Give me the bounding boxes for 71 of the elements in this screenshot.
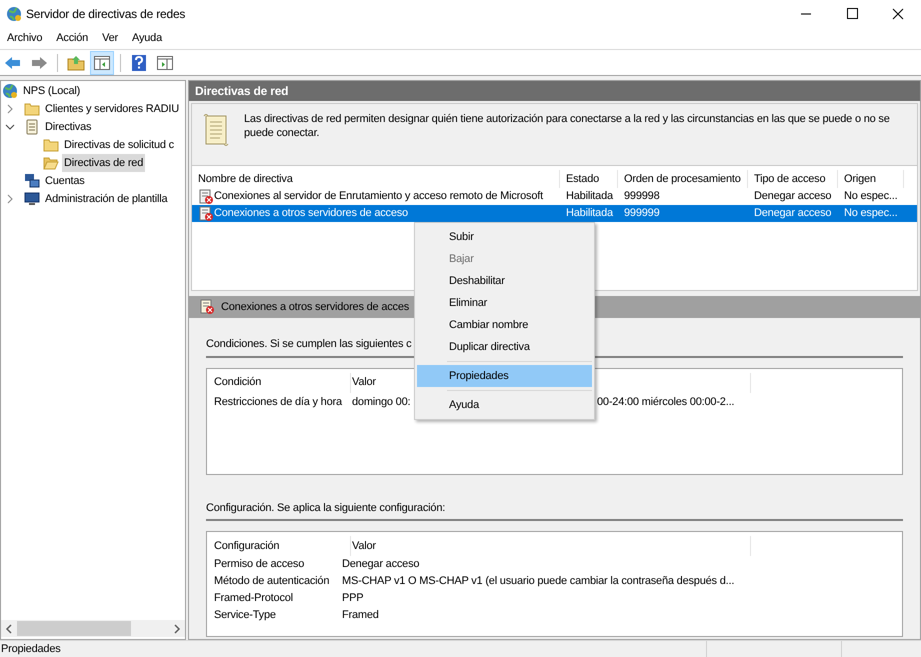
table-cell-text: 999999 (624, 206, 660, 222)
folder-icon (43, 137, 59, 153)
globe-icon (2, 83, 18, 99)
table-cell-text: Denegar acceso (754, 189, 832, 204)
table-cell: MS-CHAP v1 O MS-CHAP v1 (el usuario puede cambiar la contraseña después d... (342, 575, 734, 588)
column-header[interactable]: Estado (560, 170, 618, 188)
column-header[interactable]: Valor (351, 536, 751, 556)
tree-item[interactable]: Clientes y servidores RADIU (43, 100, 181, 118)
table-row[interactable]: Conexiones a otros servidores de acceso Habilitada 999999 Denegar acceso No espec... (192, 205, 917, 222)
denied-policy-icon (198, 188, 214, 204)
table-cell: Denegar acceso (342, 558, 420, 570)
table-cell: Service-Type (214, 609, 276, 622)
table-cell: domingo 00: (352, 396, 410, 408)
menu-item[interactable]: Propiedades (417, 365, 592, 387)
tree-item[interactable]: Cuentas (43, 172, 87, 190)
table-cell-text: Conexiones al servidor de Enrutamiento y acceso remoto de Microsoft (214, 189, 543, 204)
column-header[interactable]: Nombre de directiva (192, 170, 560, 188)
panel-header: Directivas de red (189, 81, 920, 101)
menu-item[interactable]: Archivo (0, 30, 50, 47)
computers-icon (24, 173, 40, 189)
table-cell: Permiso de acceso (214, 558, 304, 570)
menu-item[interactable]: Duplicar directiva (417, 336, 592, 358)
horizontal-scrollbar[interactable] (1, 620, 185, 637)
section-label: Condiciones. Si se cumplen las siguientes c (206, 338, 412, 350)
description-text: Las directivas de red permiten designar quién tiene autorización para conectarse a la red y las circunstancias en las que se puede o no se puede conectar. (244, 112, 891, 140)
menu-item[interactable]: Cambiar nombre (417, 314, 592, 336)
section-label: Configuración. Se aplica la siguiente configuración: (206, 502, 446, 514)
table-cell-text: 00-24:00 miércoles 00:00-2... (597, 395, 734, 410)
scroll-icon (24, 119, 40, 135)
column-header[interactable]: Orden de procesamiento (618, 170, 748, 188)
window-title: Servidor de directivas de redes (26, 6, 186, 23)
table-cell-text: No espec... (844, 189, 898, 204)
table-cell-text: Habilitada (566, 189, 613, 204)
table-cell: Restricciones de día y hora (214, 396, 342, 408)
tree-item[interactable]: Directivas (43, 118, 94, 136)
menu-item[interactable]: Ayuda (417, 394, 592, 416)
monitor-icon (24, 191, 40, 207)
denied-policy-icon (198, 206, 214, 222)
details-title: Conexiones a otros servidores de acces (221, 300, 410, 315)
tree-item[interactable]: Administración de plantilla (43, 190, 170, 208)
help-icon (129, 52, 149, 72)
menu-item[interactable]: Subir (417, 226, 592, 248)
menu-item[interactable]: Acción (49, 30, 96, 47)
menu-item[interactable]: Eliminar (417, 292, 592, 314)
table-cell-text: 999998 (624, 189, 660, 204)
column-header[interactable]: Origen (838, 170, 904, 188)
toolbar-button[interactable] (90, 50, 114, 74)
column-header[interactable]: Condición (213, 372, 351, 392)
menu-item[interactable]: Ayuda (125, 30, 170, 47)
table-cell-text: No espec... (844, 206, 898, 222)
table-cell-text: Habilitada (566, 206, 613, 222)
folder-icon (43, 155, 59, 171)
denied-policy-icon (199, 299, 215, 315)
table-row[interactable]: Conexiones al servidor de Enrutamiento y acceso remoto de Microsoft Habilitada 999998 Denegar acceso No espec... (192, 188, 917, 205)
table-cell: PPP (342, 592, 364, 604)
tree-item[interactable]: Directivas de red (62, 154, 146, 172)
table-cell-text: Denegar acceso (754, 206, 832, 222)
table-cell: Framed (342, 609, 379, 622)
column-header[interactable]: Tipo de acceso (748, 170, 838, 188)
globe-icon (6, 6, 22, 22)
tree-item[interactable]: NPS (Local) (21, 82, 82, 100)
table-cell-text: Conexiones a otros servidores de acceso (214, 206, 408, 222)
table-cell: Framed-Protocol (214, 592, 293, 604)
menu-item[interactable]: Deshabilitar (417, 270, 592, 292)
tree-item[interactable]: Directivas de solicitud c (62, 136, 176, 154)
menu-item[interactable]: Ver (95, 30, 126, 47)
folder-icon (24, 101, 40, 117)
status-text: Propiedades (0, 642, 62, 657)
table-cell: Método de autenticación (214, 575, 330, 588)
column-header[interactable]: Configuración (213, 536, 351, 556)
scrollbar-thumb[interactable] (17, 621, 131, 636)
